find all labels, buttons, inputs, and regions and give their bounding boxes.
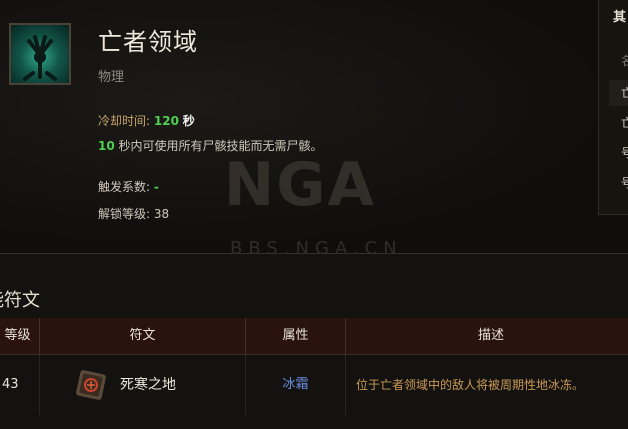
trigger-value: - — [153, 180, 159, 194]
side-panel-item[interactable]: 号 — [609, 170, 628, 196]
rune-icon — [74, 368, 108, 402]
skill-header-panel — [0, 0, 628, 254]
rune-description: 位于亡者领域中的敌人将被周期性地冰冻。 — [356, 378, 585, 392]
runes-table: 等级 符文 属性 描述 43 死寒之地 冰霜 位于亡者领域中的敌人将被周期性地冰… — [0, 318, 628, 415]
side-panel: 其 名 亡 亡 号 号 — [598, 0, 628, 215]
table-row-rune[interactable]: 死寒之地 — [40, 355, 246, 415]
bone-hand-skill-icon — [9, 23, 71, 85]
header-rune: 符文 — [40, 318, 246, 354]
trigger-line: 触发系数: - — [98, 178, 159, 195]
header-description: 描述 — [346, 318, 628, 354]
desc-duration: 10 — [98, 139, 115, 153]
skill-description: 10 秒内可使用所有尸骸技能而无需尸骸。 — [98, 137, 323, 154]
rune-name: 死寒之地 — [120, 377, 176, 393]
cooldown-unit: 秒 — [182, 114, 195, 128]
cooldown-line: 冷却时间: 120 秒 — [98, 112, 195, 129]
trigger-label: 触发系数: — [98, 180, 151, 194]
side-panel-header: 名 — [621, 54, 628, 68]
desc-text: 秒内可使用所有尸骸技能而无需尸骸。 — [118, 139, 323, 153]
cooldown-label: 冷却时间: — [98, 114, 151, 128]
side-panel-title: 其 — [613, 10, 627, 25]
runes-section-title: 能符文 — [0, 290, 40, 311]
unlock-line: 解锁等级: 38 — [98, 205, 169, 222]
skill-type: 物理 — [98, 70, 125, 85]
rune-level: 43 — [0, 355, 40, 415]
side-panel-item[interactable]: 亡 — [609, 110, 628, 136]
cooldown-value: 120 — [153, 114, 179, 128]
unlock-value: 38 — [153, 207, 170, 221]
unlock-label: 解锁等级: — [98, 207, 151, 221]
rune-attribute: 冰霜 — [246, 355, 346, 415]
section-divider — [0, 253, 628, 254]
side-panel-item[interactable]: 亡 — [609, 80, 628, 106]
header-attribute: 属性 — [246, 318, 346, 354]
side-panel-item[interactable]: 号 — [609, 140, 628, 166]
header-level: 等级 — [0, 318, 40, 354]
skill-title: 亡者领域 — [98, 28, 198, 56]
